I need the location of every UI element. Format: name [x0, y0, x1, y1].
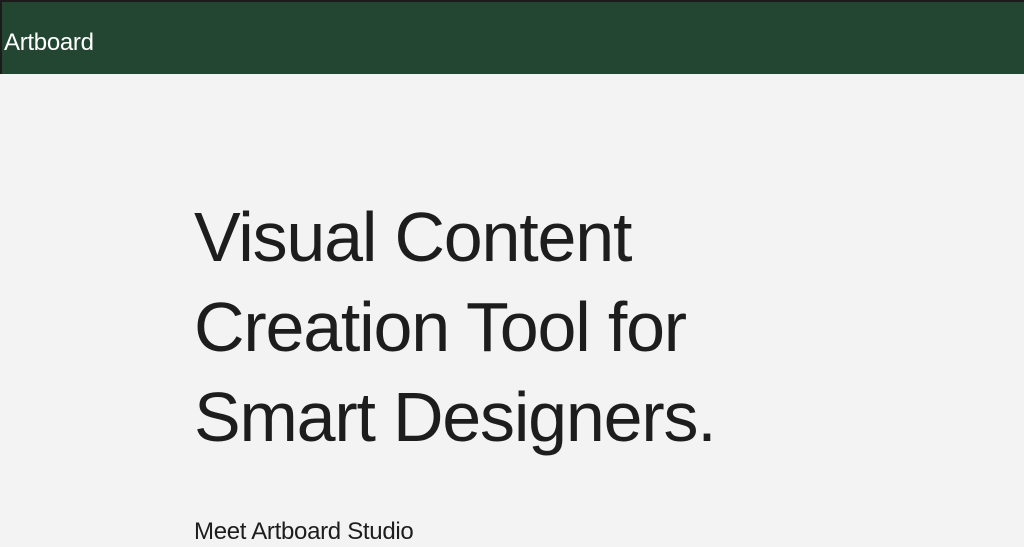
hero-subtitle: Meet Artboard Studio — [194, 518, 414, 545]
hero-headline-line-1: Visual Content — [194, 198, 632, 276]
hero-headline-line-3: Smart Designers. — [194, 378, 717, 456]
brand-logo-text[interactable]: Artboard — [4, 28, 94, 58]
hero-headline: Visual Content Creation Tool for Smart D… — [194, 192, 894, 462]
top-navigation-bar: Artboard — [0, 0, 1024, 74]
hero-headline-line-2: Creation Tool for — [194, 288, 687, 366]
